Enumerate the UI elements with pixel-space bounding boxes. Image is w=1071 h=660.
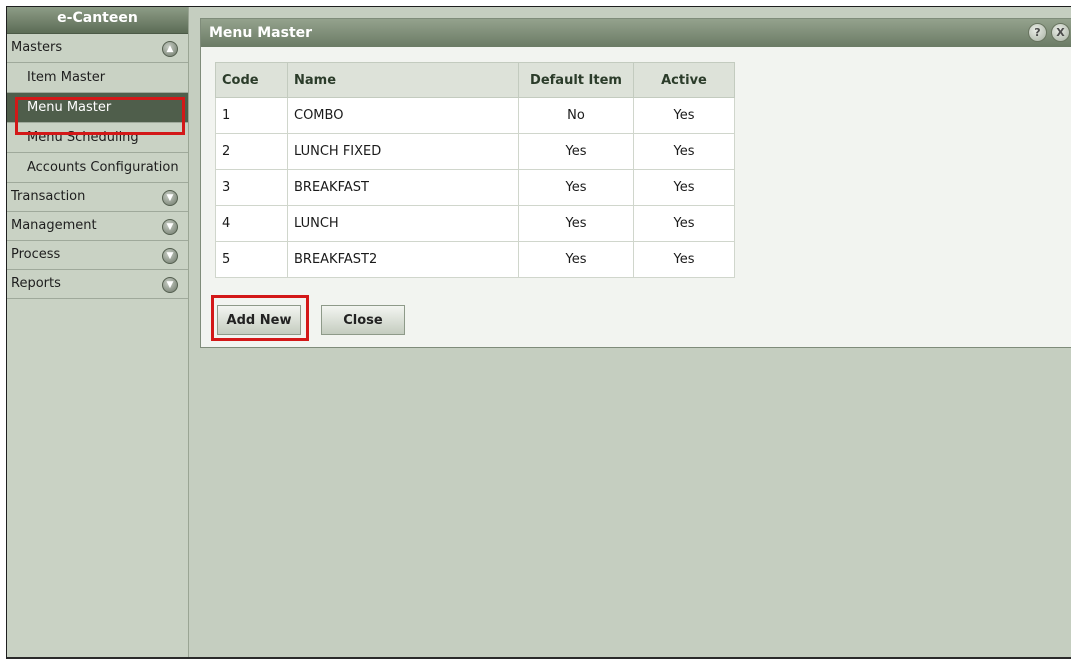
- cell-code: 3: [215, 169, 288, 206]
- table-row[interactable]: 3 BREAKFAST Yes Yes: [215, 169, 735, 206]
- menu-table: Code Name Default Item Active 1 COMBO No…: [215, 62, 735, 278]
- cell-name: BREAKFAST: [287, 169, 519, 206]
- chevron-down-icon[interactable]: ▼: [162, 190, 178, 206]
- sidebar-section-label: Transaction: [11, 189, 86, 204]
- cell-default-item: Yes: [518, 205, 634, 242]
- table-row[interactable]: 5 BREAKFAST2 Yes Yes: [215, 241, 735, 278]
- sidebar-section-label: Management: [11, 218, 97, 233]
- close-icon[interactable]: X: [1051, 23, 1070, 42]
- sidebar-section-reports[interactable]: Reports ▼: [7, 270, 188, 299]
- menu-master-panel: Menu Master ? X Code Name Default Item A…: [200, 18, 1071, 348]
- cell-default-item: Yes: [518, 169, 634, 206]
- close-button[interactable]: Close: [321, 305, 405, 335]
- sidebar-item-accounts-configuration[interactable]: Accounts Configuration: [7, 153, 188, 183]
- sidebar-section-transaction[interactable]: Transaction ▼: [7, 183, 188, 212]
- sidebar-section-masters[interactable]: Masters ▲: [7, 34, 188, 63]
- cell-active: Yes: [633, 169, 735, 206]
- sidebar-section-label: Masters: [11, 40, 63, 55]
- cell-code: 2: [215, 133, 288, 170]
- help-icon[interactable]: ?: [1028, 23, 1047, 42]
- column-header-default-item[interactable]: Default Item: [518, 62, 634, 98]
- sidebar-section-label: Process: [11, 247, 61, 262]
- cell-active: Yes: [633, 133, 735, 170]
- chevron-down-icon[interactable]: ▼: [162, 248, 178, 264]
- table-row[interactable]: 4 LUNCH Yes Yes: [215, 205, 735, 242]
- sidebar-item-item-master[interactable]: Item Master: [7, 63, 188, 93]
- column-header-active[interactable]: Active: [633, 62, 735, 98]
- table-header-row: Code Name Default Item Active: [215, 62, 735, 98]
- cell-default-item: Yes: [518, 133, 634, 170]
- column-header-code[interactable]: Code: [215, 62, 288, 98]
- cell-code: 1: [215, 97, 288, 134]
- cell-code: 5: [215, 241, 288, 278]
- table-row[interactable]: 2 LUNCH FIXED Yes Yes: [215, 133, 735, 170]
- cell-default-item: No: [518, 97, 634, 134]
- sidebar-section-management[interactable]: Management ▼: [7, 212, 188, 241]
- panel-title-bar: Menu Master ? X: [201, 19, 1071, 47]
- chevron-down-icon[interactable]: ▼: [162, 277, 178, 293]
- chevron-up-icon[interactable]: ▲: [162, 41, 178, 57]
- table-row[interactable]: 1 COMBO No Yes: [215, 97, 735, 134]
- cell-code: 4: [215, 205, 288, 242]
- cell-active: Yes: [633, 97, 735, 134]
- cell-active: Yes: [633, 241, 735, 278]
- app-title: e-Canteen: [7, 7, 188, 34]
- cell-name: BREAKFAST2: [287, 241, 519, 278]
- panel-title: Menu Master: [209, 25, 313, 41]
- cell-default-item: Yes: [518, 241, 634, 278]
- cell-name: LUNCH FIXED: [287, 133, 519, 170]
- sidebar-section-process[interactable]: Process ▼: [7, 241, 188, 270]
- cell-active: Yes: [633, 205, 735, 242]
- app-window: e-Canteen Masters ▲ Item Master Menu Mas…: [6, 6, 1071, 659]
- add-new-highlight: [211, 295, 309, 341]
- chevron-down-icon[interactable]: ▼: [162, 219, 178, 235]
- sidebar: e-Canteen Masters ▲ Item Master Menu Mas…: [7, 7, 189, 657]
- sidebar-item-label: Accounts Configuration: [27, 160, 179, 175]
- sidebar-item-label: Item Master: [27, 70, 106, 85]
- cell-name: COMBO: [287, 97, 519, 134]
- sidebar-section-label: Reports: [11, 276, 61, 291]
- column-header-name[interactable]: Name: [287, 62, 519, 98]
- menu-master-highlight: [15, 97, 185, 135]
- cell-name: LUNCH: [287, 205, 519, 242]
